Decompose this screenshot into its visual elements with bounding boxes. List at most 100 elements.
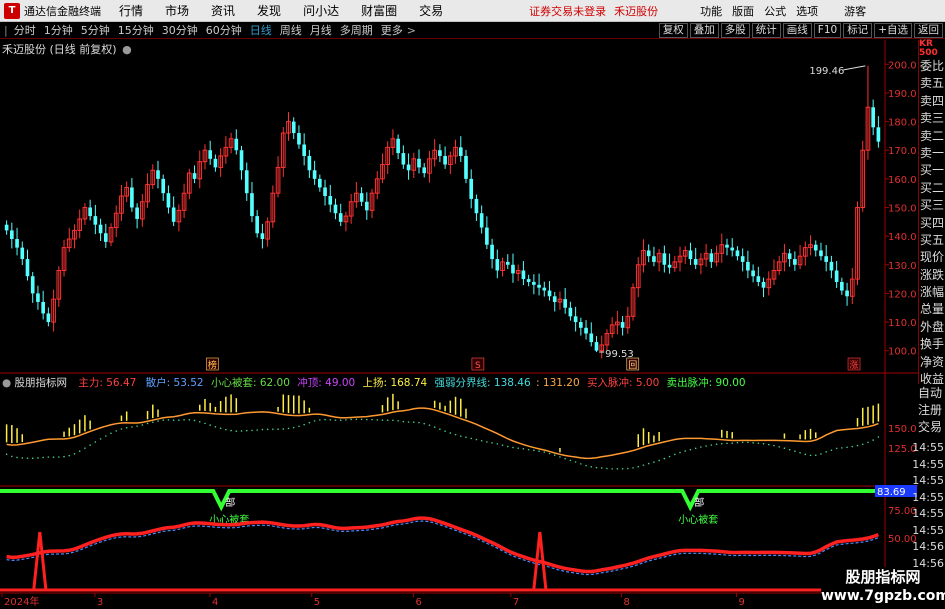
login-status[interactable]: 证券交易未登录 <box>529 3 606 19</box>
y-tick-label: 140.0 <box>888 232 917 243</box>
period-tab-weekly[interactable]: 周线 <box>280 22 302 38</box>
dotted-point <box>376 419 379 421</box>
dotted-point <box>814 454 817 456</box>
overlay-button[interactable]: 叠加 <box>689 22 719 38</box>
candle-body-down <box>234 138 239 151</box>
x-tick-label: 8 <box>624 597 630 608</box>
statistics-button[interactable]: 统计 <box>751 22 781 38</box>
add-watchlist-button[interactable]: +自选 <box>874 22 912 38</box>
dotted-point <box>371 418 373 421</box>
legend-fenjie-value: 138.46 <box>493 377 531 389</box>
y-tick-label: 130.0 <box>888 261 917 272</box>
dotted-point <box>600 467 603 469</box>
dotted-point <box>360 418 363 421</box>
menu-item-news[interactable]: 资讯 <box>211 2 235 19</box>
period-tab-multi[interactable]: 多周期 <box>340 22 373 38</box>
menu-item-ask[interactable]: 问小达 <box>303 2 339 19</box>
menu-item-layout[interactable]: 版面 <box>732 3 754 19</box>
panel-item-11: 现价 <box>920 250 945 265</box>
dotted-point <box>319 419 321 421</box>
candle-body-down <box>15 239 19 248</box>
mark-button[interactable]: 标记 <box>843 22 873 38</box>
candle-body-down <box>521 270 526 280</box>
legend-beitao-name: 小心被套 <box>210 377 253 389</box>
f10-button[interactable]: F10 <box>813 22 842 38</box>
y-tick-label: 100.0 <box>888 347 917 358</box>
dotted-point <box>820 453 822 455</box>
dotted-point <box>674 453 676 456</box>
legend-chongding-value: 49.00 <box>325 377 356 389</box>
dotted-point <box>783 447 786 450</box>
dotted-point <box>73 453 76 455</box>
settings-icon[interactable]: ● <box>122 43 132 56</box>
dotted-point <box>731 442 734 444</box>
chevron-right-icon[interactable]: > <box>407 24 416 37</box>
high-pointer <box>843 65 866 71</box>
menu-item-wealth[interactable]: 财富圈 <box>361 2 397 19</box>
back-button[interactable]: 返回 <box>914 22 943 38</box>
dotted-point <box>324 418 326 421</box>
dotted-point <box>104 435 107 437</box>
dotted-point <box>851 445 854 448</box>
candle-body-down <box>840 281 844 291</box>
candle-body-down <box>250 193 254 217</box>
period-tab-daily[interactable]: 日线 <box>250 22 272 38</box>
dotted-point <box>491 442 493 444</box>
period-tab-monthly[interactable]: 月线 <box>310 22 332 38</box>
dotted-point <box>611 468 613 470</box>
menu-item-trade[interactable]: 交易 <box>419 2 443 19</box>
candle-body-down <box>88 207 92 217</box>
candle-body-down <box>469 178 474 199</box>
candle-body-down <box>260 233 265 239</box>
dotted-point <box>647 462 650 465</box>
candle-body-down <box>93 216 98 225</box>
dotted-point <box>788 448 791 451</box>
candle-body-down <box>490 244 494 260</box>
menu-item-options[interactable]: 选项 <box>796 3 818 19</box>
candle-body-down <box>46 313 51 323</box>
app-title: 通达信金融终端 <box>24 4 101 18</box>
dotted-point <box>559 456 561 458</box>
guest-label[interactable]: 游客 <box>844 3 866 19</box>
menu-item-discover[interactable]: 发现 <box>257 2 281 19</box>
adjust-button[interactable]: 复权 <box>658 22 688 38</box>
time-item: 14:55 <box>912 457 944 471</box>
x-tick-label: 3 <box>97 597 103 608</box>
auto-label[interactable]: 自动 <box>918 384 945 401</box>
dotted-point <box>277 428 279 430</box>
chart-marker: 榜 <box>208 359 217 371</box>
dotted-point <box>42 456 44 459</box>
period-tab-15m[interactable]: 15分钟 <box>118 22 154 38</box>
indicator-title[interactable]: 股朋指标网 <box>15 377 68 389</box>
draw-line-button[interactable]: 画线 <box>782 22 812 38</box>
dotted-point <box>313 420 316 422</box>
menu-item-market[interactable]: 市场 <box>165 2 189 19</box>
period-tab-more[interactable]: 更多 <box>381 22 403 38</box>
dotted-point <box>621 468 624 470</box>
indicator-settings-icon[interactable]: ● <box>2 377 11 389</box>
y-tick-label: 180.0 <box>888 118 917 129</box>
dotted-point <box>151 421 154 423</box>
legend-sell-pulse-name: 卖出脉冲 <box>666 377 709 389</box>
period-tab-60m[interactable]: 60分钟 <box>206 22 242 38</box>
trade-label[interactable]: 交易 <box>918 418 945 435</box>
candle-body-down <box>438 150 442 156</box>
dotted-point <box>292 426 295 429</box>
multi-stock-button[interactable]: 多股 <box>720 22 750 38</box>
period-tab-minute[interactable]: 分时 <box>14 22 36 38</box>
menu-item-function[interactable]: 功能 <box>700 3 722 19</box>
retail-line <box>6 520 879 576</box>
dotted-point <box>334 419 337 421</box>
period-tab-5m[interactable]: 5分钟 <box>81 22 110 38</box>
chart-area[interactable]: 199.4699.53榜 S 回涨 83.69部小心被套部小心被套 100.0110… <box>0 40 918 609</box>
chevron-left-icon[interactable]: | <box>4 24 8 37</box>
register-label[interactable]: 注册 <box>918 401 945 418</box>
menu-item-formula[interactable]: 公式 <box>764 3 786 19</box>
menu-item-quotes[interactable]: 行情 <box>119 2 143 19</box>
dotted-point <box>720 442 723 445</box>
panel-item-4: 卖二 <box>920 128 945 143</box>
candle-body-down <box>10 230 14 239</box>
dotted-point <box>679 451 681 454</box>
period-tab-1m[interactable]: 1分钟 <box>44 22 73 38</box>
period-tab-30m[interactable]: 30分钟 <box>162 22 198 38</box>
